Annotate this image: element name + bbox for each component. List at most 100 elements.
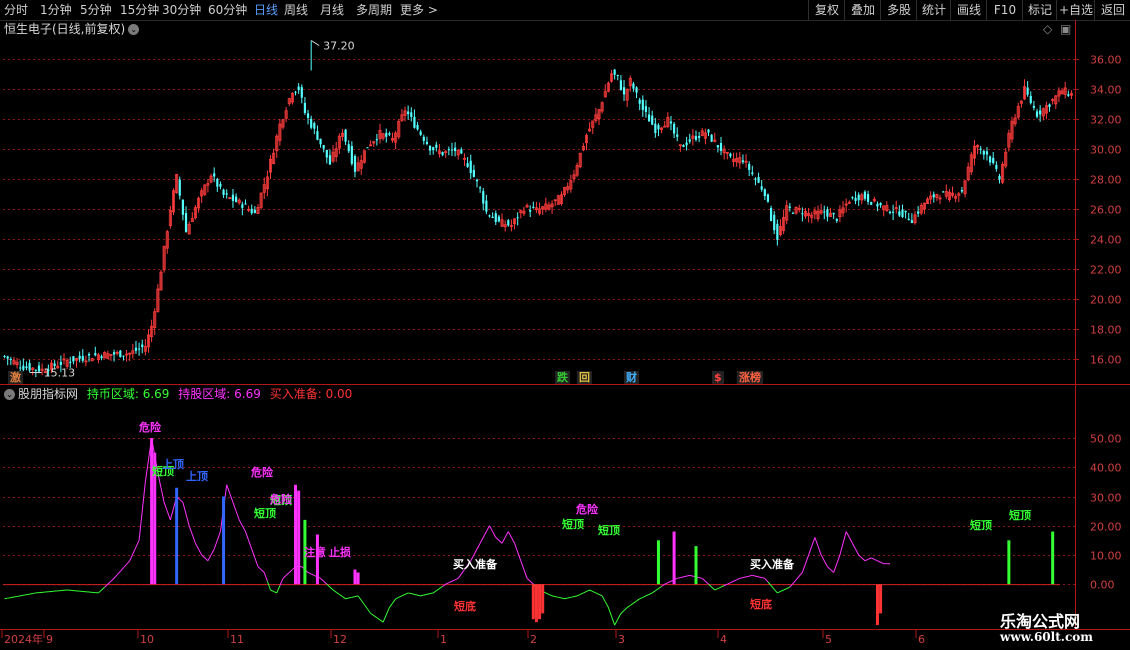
indicator-line-segment [276,585,281,594]
indicator-line-segment [570,596,575,598]
indicator-line-segment [789,583,794,588]
candle-body [313,123,316,129]
signal-bar [531,584,535,620]
indicator-line-segment [210,548,215,556]
event-badge[interactable]: 跌 [555,371,570,384]
candle-body [907,218,910,221]
indicator-line-segment [476,543,481,550]
indicator-line-segment [138,511,143,541]
candle-body [719,143,723,151]
signal-label: 短顶 [970,519,992,532]
indicator-line-segment [689,574,693,577]
stock-chart[interactable]: 16.0018.0020.0022.0024.0026.0028.0030.00… [0,0,1130,650]
candle-body [647,114,651,122]
signal-bar [1007,540,1011,585]
candle-body [450,149,454,151]
indicator-line-segment [414,593,418,596]
price-tick-label: 20.00 [1090,294,1122,307]
candle-body [294,91,297,93]
candle-body [344,129,347,142]
indicator-line-segment [420,594,424,597]
indicator-line-segment [132,546,137,555]
indicator-line-segment [777,591,781,594]
indicator-line-segment [116,570,121,576]
indicator-line-segment [216,531,221,541]
event-badge[interactable]: 回 [577,371,592,384]
candle-body [707,129,710,133]
indicator-line-segment [135,540,140,548]
candle-body [682,145,685,147]
indicator-line-segment [520,560,525,570]
candle-body [347,144,350,152]
candle-body [119,350,122,358]
indicator-line-segment [858,554,863,559]
signal-bar [534,584,538,623]
indicator-line-segment [874,558,878,562]
candle-body [350,146,353,164]
indicator-line-segment [739,577,744,579]
candle-body [654,123,657,133]
candle-body [216,178,219,187]
signal-bar [538,584,542,620]
event-badge[interactable]: 涨榜 [737,371,763,384]
indicator-line-segment [408,592,412,595]
indicator-line-segment [589,589,593,592]
candle-body [441,151,444,156]
indicator-line-segment [801,563,806,573]
indicator-line-segment [861,557,866,562]
candle-body [694,136,698,140]
indicator-line-segment [495,537,500,541]
indicator-line-segment [426,593,431,595]
candle-body [322,145,325,149]
indicator-line-segment [370,612,375,616]
event-badge[interactable]: 财 [624,371,639,384]
indicator-line-segment [119,567,124,572]
candle-body [213,173,216,177]
indicator-line-segment [29,593,33,595]
indicator-line-segment [870,557,875,560]
candle-body [613,69,616,75]
indicator-line-segment [113,574,118,579]
indicator-tick-label: 40.00 [1090,462,1122,475]
indicator-line-segment [827,566,831,570]
indicator-line-segment [179,499,184,503]
candle-body [410,112,413,117]
candle-body [716,145,719,148]
indicator-line-segment [489,525,494,532]
indicator-line-segment [110,577,115,582]
candle-body [942,191,945,193]
candle-body [319,138,322,145]
indicator-line-segment [770,585,775,590]
event-badge[interactable]: 激 [8,371,23,384]
signal-label: 危险 [270,493,292,506]
price-tick-label: 32.00 [1090,114,1122,127]
event-badge[interactable]: $ [712,371,724,384]
indicator-line-segment [817,546,822,556]
indicator-line-segment [273,591,277,594]
candle-body [419,131,422,135]
indicator-line-segment [620,610,625,614]
indicator-line-segment [848,537,853,544]
indicator-line-segment [604,601,609,608]
indicator-line-segment [13,595,18,598]
signal-bar [297,490,301,585]
indicator-line-segment [504,531,509,538]
indicator-line-segment [123,563,127,569]
indicator-line-segment [485,525,490,532]
low-label: 15.13 [44,367,76,380]
indicator-line-segment [285,572,290,576]
candle-body [622,87,626,95]
price-tick-label: 30.00 [1090,144,1122,157]
indicator-line-segment [607,607,612,617]
candle-body [826,209,829,217]
candle-body [641,99,644,110]
candle-body [94,353,97,356]
candle-body [388,133,391,135]
candle-body [748,163,751,170]
price-tick-label: 36.00 [1090,54,1122,67]
indicator-line-segment [867,557,872,560]
indicator-line-segment [833,563,838,573]
candle-body [72,356,75,362]
indicator-line-segment [329,586,334,591]
indicator-line-segment [432,590,437,594]
